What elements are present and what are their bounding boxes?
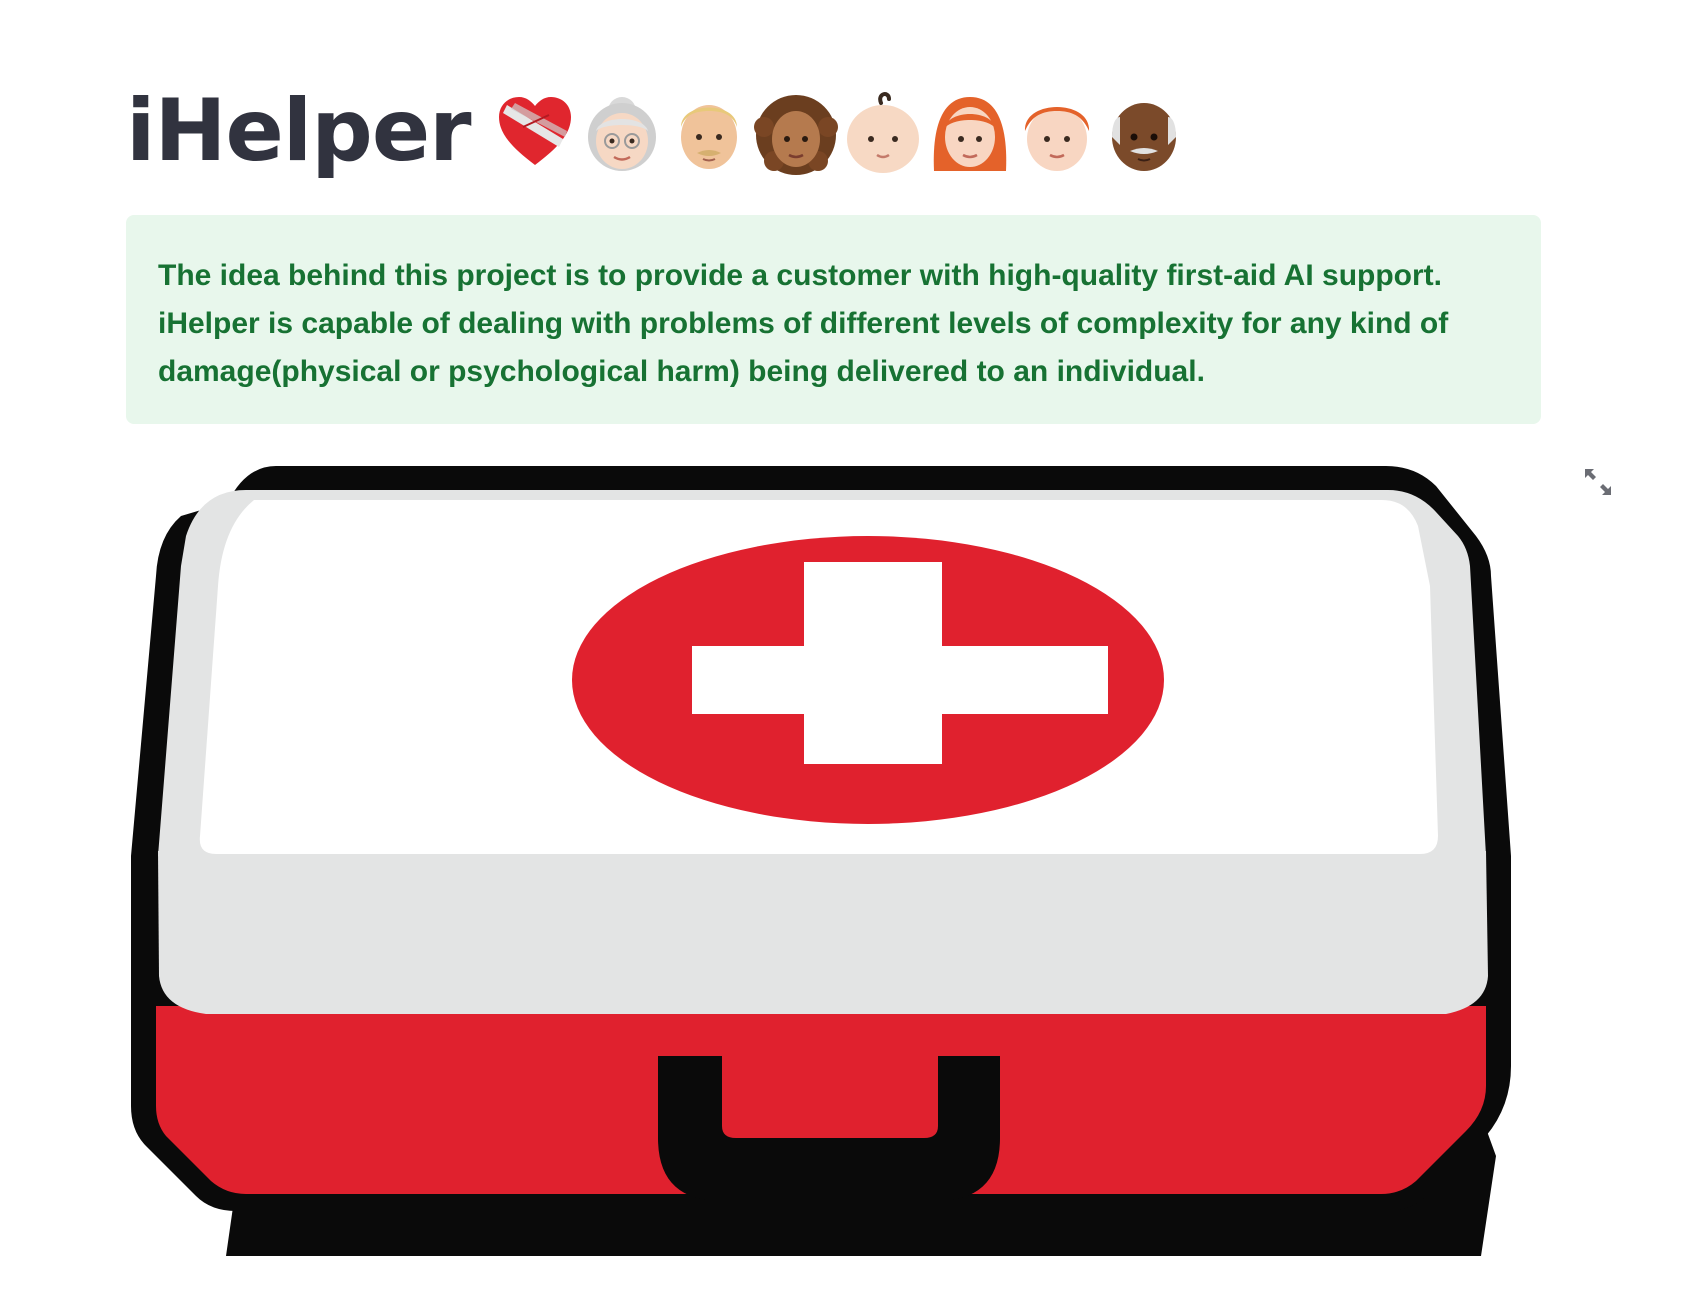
expand-image-button[interactable]: [1580, 464, 1616, 500]
emoji-row: [493, 87, 1186, 175]
info-alert: The idea behind this project is to provi…: [126, 215, 1541, 424]
info-text: The idea behind this project is to provi…: [158, 259, 1449, 388]
kit-gray-band: [158, 851, 1488, 1014]
red-haired-person-icon: [1024, 107, 1089, 171]
blond-man-icon: [680, 105, 737, 169]
page-header: iHelper: [126, 76, 1186, 186]
mending-heart-icon: [498, 97, 571, 165]
old-man-icon: [1111, 103, 1176, 171]
expand-icon: [1585, 469, 1611, 495]
kit-cross-horizontal: [692, 646, 1108, 714]
first-aid-kit-illustration: [131, 466, 1511, 1256]
page-title: iHelper: [126, 81, 472, 181]
old-woman-icon: [587, 97, 656, 171]
curly-haired-woman-icon: [753, 95, 838, 175]
first-aid-kit-image: [126, 466, 1542, 1256]
baby-icon: [846, 92, 919, 173]
red-haired-woman-icon: [933, 97, 1006, 171]
